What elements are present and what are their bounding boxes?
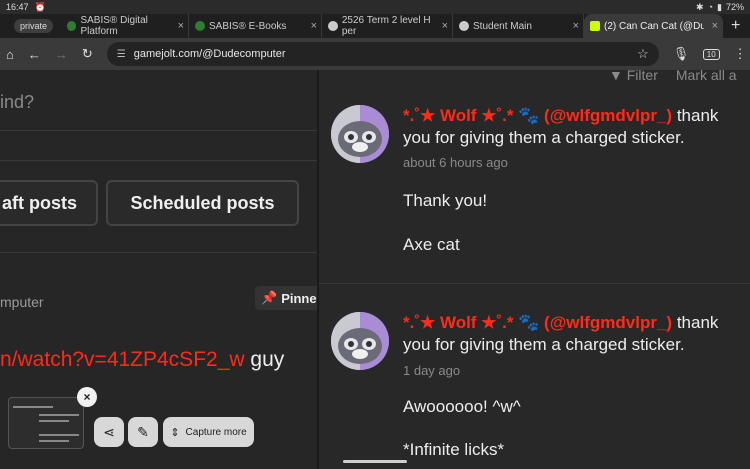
pinned-label: Pinned [281,290,318,306]
globe-favicon-icon [459,21,470,31]
mark-all-read-button[interactable]: Mark all a [676,70,737,83]
tab-label: 2526 Term 2 level H per [341,15,431,37]
scheduled-posts-label: Scheduled posts [130,192,275,213]
divider [0,160,318,161]
alarm-icon: ⏰ [34,1,46,12]
notification-message-a: thank [676,313,719,332]
tab-label: (2) Can Can Cat (@Dud [604,20,705,32]
bookmark-star-icon[interactable]: ☆ [637,46,649,62]
youtube-link[interactable]: n/watch?v=41ZP4cSF2_w [0,348,245,371]
post-prompt[interactable]: ind? [0,92,34,113]
close-icon[interactable]: × [178,20,184,32]
reply-text: Thank you! [403,191,488,210]
capture-more-button[interactable]: ⇕ Capture more [163,417,254,447]
gamejolt-favicon-icon [590,21,601,31]
address-bar[interactable]: ☰ gamejolt.com/@Dudecomputer ☆ [106,42,659,66]
notification-message-a: thank [676,106,719,125]
notification-message-b: you for giving them a charged sticker. [403,335,685,354]
share-button[interactable]: ⋖ [94,417,124,447]
gesture-bar[interactable] [343,460,407,463]
feed-header: ▼ Filter Mark all a [609,70,737,83]
sabis-favicon-icon [67,21,77,31]
notification-text: *.˚★ Wolf ★˚.* 🐾 (@wlfgmdvlpr_) thank yo… [403,312,750,356]
bluetooth-icon: ✱ [696,1,704,12]
battery-icon: ▮ [717,1,722,12]
edit-button[interactable]: ✎ [128,417,158,447]
forward-icon[interactable]: → [55,47,68,62]
pin-icon: 📌 [261,290,278,305]
scheduled-posts-tab[interactable]: Scheduled posts [106,180,299,226]
tab-label: SABIS® E-Books [209,20,287,32]
notifications-panel: ▼ Filter Mark all a *.˚★ Wolf ★˚.* 🐾 (@w… [319,70,750,469]
close-screenshot-button[interactable]: × [77,387,97,407]
status-bar: 16:47 ⏰ ✱ ◔ ▮ 72% [0,0,750,14]
back-icon[interactable]: ← [28,47,41,62]
reply-text: Axe cat [403,235,460,254]
notification-user[interactable]: *.˚★ Wolf ★˚.* 🐾 (@wlfgmdvlpr_) [403,106,672,125]
pinned-badge: 📌 Pinned [255,286,318,310]
draft-posts-label: aft posts [2,192,78,213]
reload-icon[interactable]: ↻ [82,46,93,62]
menu-dots-icon[interactable]: ⋮ [734,46,747,62]
share-icon: ⋖ [103,423,115,440]
url-text: gamejolt.com/@Dudecomputer [133,48,286,60]
draft-posts-tab[interactable]: aft posts [0,180,98,226]
reply-text: *Infinite licks* [403,440,505,459]
notification-time: 1 day ago [403,363,461,378]
notification-message-b: you for giving them a charged sticker. [403,128,685,147]
avatar[interactable] [331,312,389,370]
capture-more-label: Capture more [185,426,247,438]
tab-count-button[interactable]: 10 [702,48,720,60]
post-author[interactable]: mputer [0,294,44,310]
post-body-text: guy [250,348,285,371]
close-icon[interactable]: × [711,20,719,32]
avatar[interactable] [331,105,389,163]
tab-can-can-cat[interactable]: (2) Can Can Cat (@Dud × [584,14,724,38]
filter-icon: ▼ [609,70,623,83]
notification-text: *.˚★ Wolf ★˚.* 🐾 (@wlfgmdvlpr_) thank yo… [403,105,750,149]
post-body: n/watch?v=41ZP4cSF2_w guy [0,348,284,372]
wifi-icon: ◔ [707,2,714,12]
browser-toolbar: ⌂ ← → ↻ ☰ gamejolt.com/@Dudecomputer ☆ 🎙… [0,38,750,70]
notification-time: about 6 hours ago [403,155,508,170]
pencil-icon: ✎ [137,423,149,440]
page-content: ind? aft posts Scheduled posts mputer 📌 … [0,70,750,469]
notification-user[interactable]: *.˚★ Wolf ★˚.* 🐾 (@wlfgmdvlpr_) [403,313,672,332]
private-badge: private [14,19,54,33]
site-settings-icon[interactable]: ☰ [117,49,126,60]
tab-sabis-ebooks[interactable]: SABIS® E-Books × [189,14,323,38]
divider [319,283,750,284]
tab-label: SABIS® Digital Platform [80,15,148,37]
battery-percent: 72% [725,2,744,12]
status-time: 16:47 [6,2,29,12]
expand-icon: ⇕ [170,426,180,439]
close-icon[interactable]: × [441,20,449,32]
tab-sabis-digital[interactable]: SABIS® Digital Platform × [61,14,190,38]
microphone-icon[interactable]: 🎙 [673,46,690,62]
divider [0,252,318,253]
new-tab-button[interactable]: + [731,17,740,35]
screenshot-thumbnail[interactable] [8,397,84,449]
divider [0,130,318,131]
tab-student-main[interactable]: Student Main × [453,14,585,38]
tab-label: Student Main [473,20,532,32]
tab-term-level[interactable]: 2526 Term 2 level H per × [322,14,454,38]
filter-button[interactable]: ▼ Filter [609,70,658,83]
globe-favicon-icon [328,21,338,31]
reply-text: Awoooooo! ^w^ [403,397,521,416]
home-icon[interactable]: ⌂ [6,47,14,62]
close-icon[interactable]: × [311,20,317,32]
close-icon[interactable]: × [573,20,579,32]
sabis-favicon-icon [195,21,206,31]
tab-strip: private SABIS® Digital Platform × SABIS®… [0,14,750,38]
